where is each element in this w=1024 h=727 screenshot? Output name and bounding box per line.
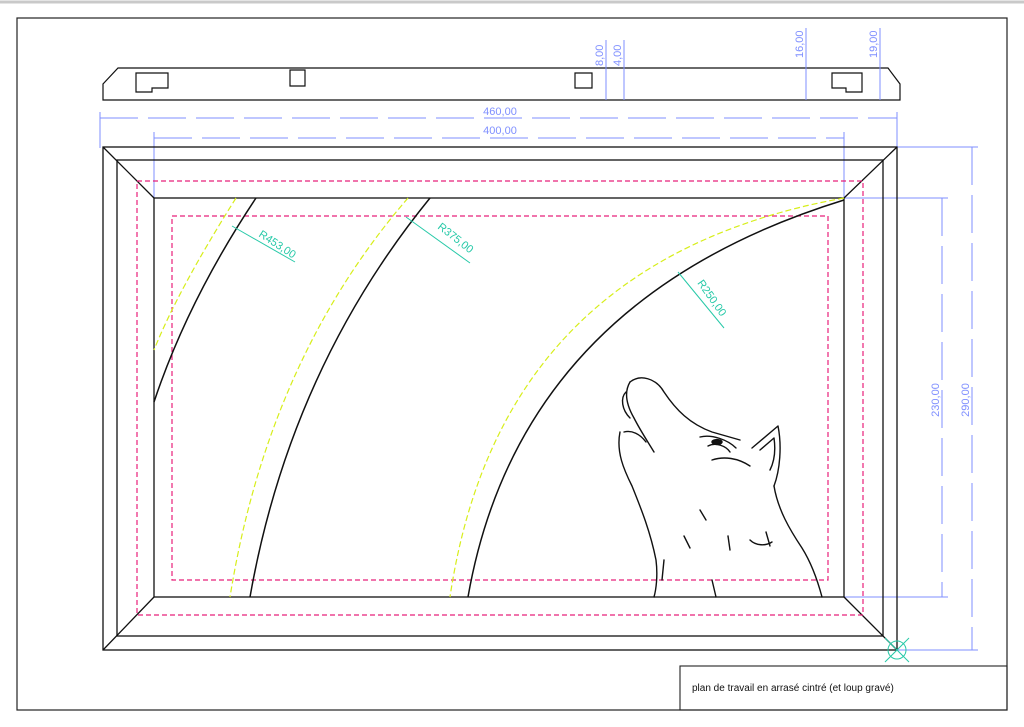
dim-overall-width: 460,00: [483, 106, 517, 118]
dim-inner-height: 230,00: [930, 383, 942, 417]
dim-16: 16,00: [794, 30, 806, 58]
title-block-text: plan de travail en arrasé cintré (et lou…: [692, 683, 894, 694]
dim-inner-width: 400,00: [483, 125, 517, 137]
dim-19: 19,00: [868, 30, 880, 58]
drawing-sheet: 8,00 4,00 16,00 19,00 460,00 400,00 290,…: [0, 0, 1024, 727]
dim-4: 4,00: [612, 45, 624, 66]
dim-8: 8,00: [594, 45, 606, 66]
dim-overall-height: 290,00: [960, 383, 972, 417]
